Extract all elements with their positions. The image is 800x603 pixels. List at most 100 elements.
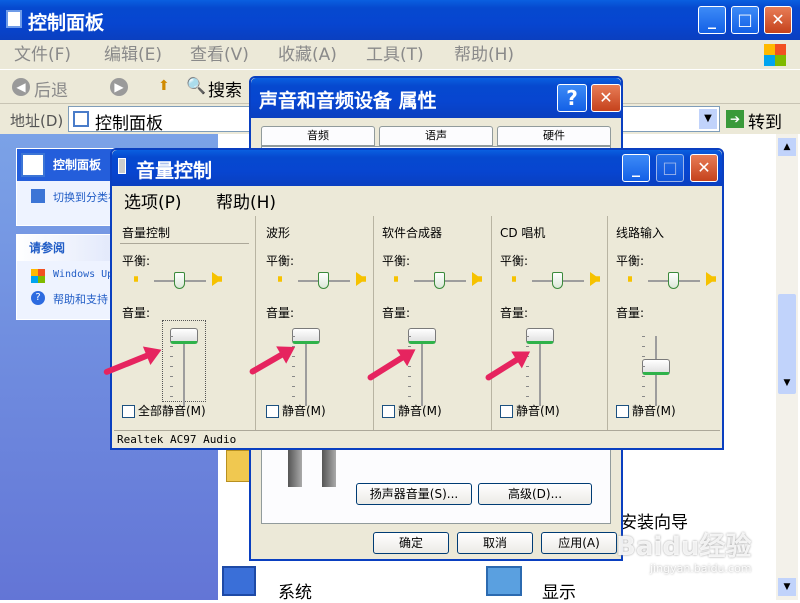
checkbox-box[interactable] xyxy=(266,405,279,418)
checkbox-box[interactable] xyxy=(500,405,513,418)
address-label: 地址(D) xyxy=(10,112,64,130)
balance-slider[interactable] xyxy=(668,272,679,289)
system-item-label[interactable]: 系统 xyxy=(278,578,312,603)
tab-hardware[interactable]: 硬件 xyxy=(497,126,611,146)
chevron-down-icon[interactable]: ▼ xyxy=(699,109,717,129)
maximize-button[interactable]: □ xyxy=(731,6,759,34)
balance-label: 平衡: xyxy=(500,254,529,268)
volume-tick xyxy=(408,386,411,387)
mute-checkbox[interactable]: 静音(M) xyxy=(616,404,676,418)
apply-button[interactable]: 应用(A) xyxy=(541,532,617,554)
mute-label: 静音(M) xyxy=(282,404,326,418)
volume-slider[interactable] xyxy=(170,328,198,344)
sound-dialog-titlebar[interactable]: 声音和音频设备 属性 ? ✕ xyxy=(251,78,621,118)
speaker-left-icon xyxy=(134,272,144,286)
windows-logo-icon xyxy=(764,44,786,66)
advanced-button[interactable]: 高级(D)... xyxy=(478,483,592,505)
balance-slider[interactable] xyxy=(174,272,185,289)
channel-name: CD 唱机 xyxy=(500,226,546,240)
speaker-right-icon xyxy=(590,272,600,286)
switch-view-icon xyxy=(31,189,45,203)
volume-minimize-button[interactable]: _ xyxy=(622,154,650,182)
display-item-label[interactable]: 显示 xyxy=(542,578,576,603)
menu-tools[interactable]: 工具(T) xyxy=(366,40,424,70)
control-panel-titlebar[interactable]: 控制面板 _ □ ✕ xyxy=(0,0,800,40)
volume-title: 音量控制 xyxy=(136,160,213,182)
volume-maximize-button: □ xyxy=(656,154,684,182)
speaker-right-icon xyxy=(472,272,482,286)
mute-checkbox[interactable]: 静音(M) xyxy=(382,404,442,418)
mute-label: 静音(M) xyxy=(516,404,560,418)
volume-track xyxy=(539,336,541,406)
menu-edit[interactable]: 编辑(E) xyxy=(104,40,162,70)
window-title: 控制面板 xyxy=(28,12,105,34)
volume-track xyxy=(183,336,185,406)
help-question-button[interactable]: ? xyxy=(557,84,587,112)
menu-help[interactable]: 帮助(H) xyxy=(216,188,276,213)
mute-checkbox[interactable]: 全部静音(M) xyxy=(122,404,206,418)
sound-dialog-close-button[interactable]: ✕ xyxy=(591,84,621,112)
back-button[interactable]: 后退 xyxy=(34,76,68,101)
volume-label: 音量: xyxy=(616,306,645,320)
volume-tick xyxy=(292,366,295,367)
volume-tick xyxy=(526,336,529,337)
volume-close-button[interactable]: ✕ xyxy=(690,154,718,182)
up-folder-icon[interactable]: ⬆ xyxy=(158,78,170,94)
scroll-bottom-icon[interactable]: ▼ xyxy=(778,578,796,596)
mute-checkbox[interactable]: 静音(M) xyxy=(266,404,326,418)
volume-slider[interactable] xyxy=(526,328,554,344)
help-icon: ? xyxy=(31,291,45,305)
balance-label: 平衡: xyxy=(122,254,151,268)
menu-view[interactable]: 查看(V) xyxy=(190,40,249,70)
checkbox-box[interactable] xyxy=(616,405,629,418)
balance-slider[interactable] xyxy=(434,272,445,289)
search-icon[interactable]: 🔍 xyxy=(186,76,206,95)
channel-4: 线路输入 平衡: 音量: 静音(M) xyxy=(608,216,720,430)
menu-help[interactable]: 帮助(H) xyxy=(454,40,514,70)
balance-label: 平衡: xyxy=(616,254,645,268)
volume-label: 音量: xyxy=(382,306,411,320)
balance-slider[interactable] xyxy=(552,272,563,289)
go-button[interactable]: 转到 xyxy=(748,108,782,133)
speaker-volume-button[interactable]: 扬声器音量(S)... xyxy=(356,483,472,505)
close-button[interactable]: ✕ xyxy=(764,6,792,34)
back-arrow-icon[interactable]: ◀ xyxy=(12,78,30,96)
mute-checkbox[interactable]: 静音(M) xyxy=(500,404,560,418)
go-arrow-icon[interactable]: ➔ xyxy=(726,110,744,128)
scroll-down-icon[interactable]: ▼ xyxy=(778,374,796,392)
status-bar: Realtek AC97 Audio xyxy=(114,430,720,448)
checkbox-box[interactable] xyxy=(382,405,395,418)
tab-voice[interactable]: 语声 xyxy=(379,126,493,146)
watermark-logo: Baidu经验 xyxy=(616,532,752,562)
sound-dialog-title: 声音和音频设备 属性 xyxy=(259,90,437,112)
channel-name: 软件合成器 xyxy=(382,226,443,240)
tab-audio[interactable]: 音频 xyxy=(261,126,375,146)
volume-slider[interactable] xyxy=(642,359,670,375)
balance-slider[interactable] xyxy=(318,272,329,289)
search-button[interactable]: 搜索 xyxy=(208,76,242,101)
volume-tick xyxy=(642,346,645,347)
menu-file[interactable]: 文件(F) xyxy=(14,40,71,70)
volume-tick xyxy=(170,376,173,377)
speaker-right-icon xyxy=(706,272,716,286)
vertical-scrollbar[interactable]: ▲ ▼ ▼ xyxy=(776,134,798,600)
speaker-icon xyxy=(288,447,302,487)
ok-button[interactable]: 确定 xyxy=(373,532,449,554)
volume-titlebar[interactable]: 音量控制 _ □ ✕ xyxy=(112,150,722,186)
volume-slider[interactable] xyxy=(292,328,320,344)
volume-tick xyxy=(170,366,173,367)
forward-arrow-icon[interactable]: ▶ xyxy=(110,78,128,96)
volume-track xyxy=(421,336,423,406)
menu-options[interactable]: 选项(P) xyxy=(124,188,182,213)
channel-2: 软件合成器 平衡: 音量: 静音(M) xyxy=(374,216,492,430)
minimize-button[interactable]: _ xyxy=(698,6,726,34)
checkbox-box[interactable] xyxy=(122,405,135,418)
folder-icon xyxy=(6,10,22,28)
scroll-up-icon[interactable]: ▲ xyxy=(778,138,796,156)
system-icon[interactable] xyxy=(222,566,256,596)
menu-bar: 文件(F) 编辑(E) 查看(V) 收藏(A) 工具(T) 帮助(H) xyxy=(0,40,800,70)
volume-slider[interactable] xyxy=(408,328,436,344)
cancel-button[interactable]: 取消 xyxy=(457,532,533,554)
menu-favorites[interactable]: 收藏(A) xyxy=(278,40,337,70)
display-icon[interactable] xyxy=(486,566,522,596)
